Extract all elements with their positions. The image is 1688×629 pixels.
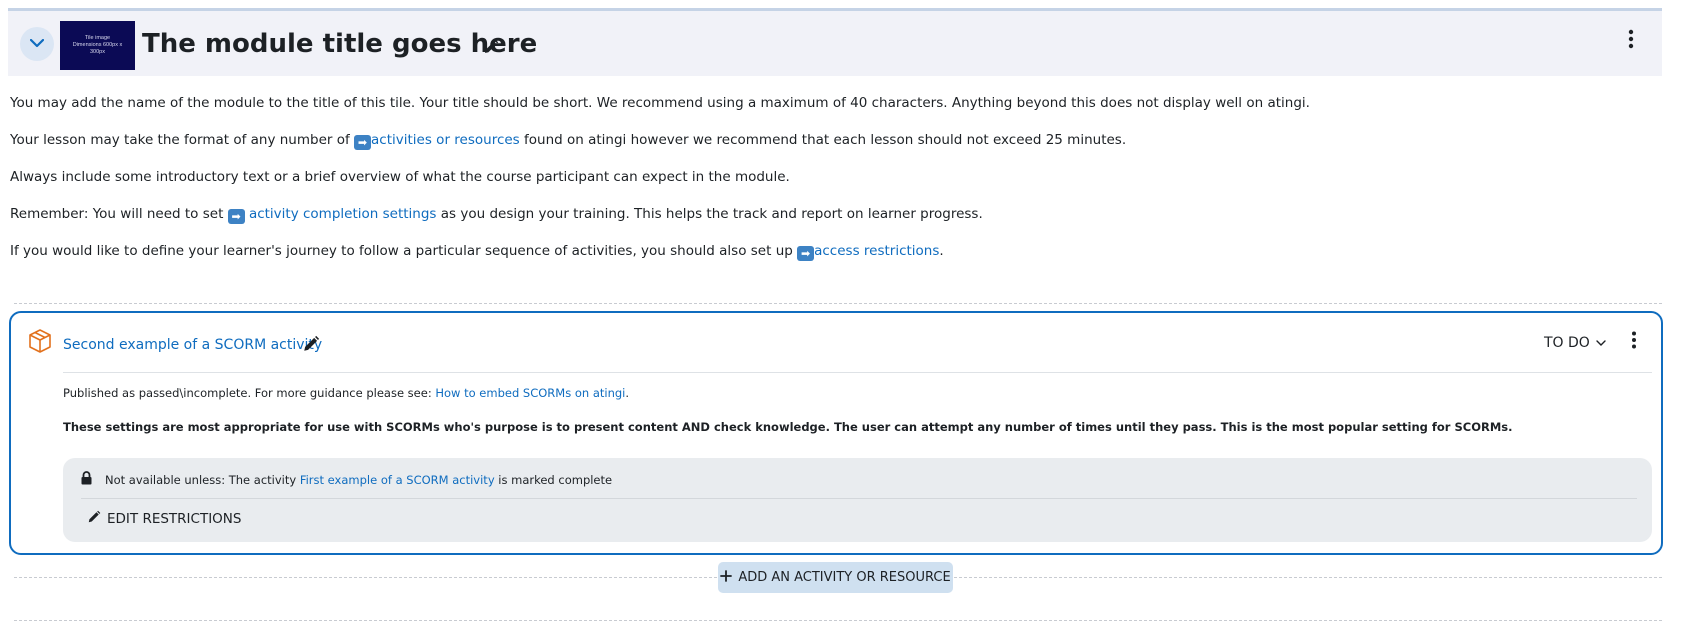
arrow-right-icon: ➡ xyxy=(354,135,372,150)
lock-icon xyxy=(81,471,92,490)
completion-settings-link[interactable]: activity completion settings xyxy=(245,206,437,222)
activity-card: Second example of a SCORM activity TO DO… xyxy=(9,311,1663,555)
module-header: Tile image Dimensions 600px x 300px The … xyxy=(8,8,1662,76)
module-summary: You may add the name of the module to th… xyxy=(10,94,1650,279)
pencil-icon xyxy=(87,510,101,528)
intro-paragraph: Always include some introductory text or… xyxy=(10,169,790,185)
intro-paragraph: If you would like to define your learner… xyxy=(10,243,944,261)
activity-name-link[interactable]: Second example of a SCORM activity xyxy=(63,337,322,353)
intro-paragraph: Your lesson may take the format of any n… xyxy=(10,132,1127,150)
activities-resources-link[interactable]: activities or resources xyxy=(371,132,520,148)
pencil-icon[interactable] xyxy=(483,39,499,60)
restriction-box: Not available unless: The activity First… xyxy=(63,458,1652,542)
collapse-button[interactable] xyxy=(20,27,54,61)
completion-status-label: TO DO xyxy=(1544,335,1590,351)
scorm-guidance-link[interactable]: How to embed SCORMs on atingi xyxy=(435,386,625,400)
prerequisite-activity-link[interactable]: First example of a SCORM activity xyxy=(300,473,495,487)
add-activity-label: ADD AN ACTIVITY OR RESOURCE xyxy=(738,570,951,585)
access-restrictions-link[interactable]: access restrictions xyxy=(814,243,939,259)
section-divider xyxy=(14,303,1662,304)
kebab-menu-icon[interactable] xyxy=(1631,331,1637,354)
card-divider xyxy=(63,372,1652,373)
add-activity-button[interactable]: ADD AN ACTIVITY OR RESOURCE xyxy=(718,562,953,593)
arrow-right-icon: ➡ xyxy=(227,209,245,224)
restriction-text: Not available unless: The activity First… xyxy=(105,473,613,487)
chevron-down-icon xyxy=(29,35,45,53)
section-divider xyxy=(14,620,1662,621)
arrow-right-icon: ➡ xyxy=(797,246,815,261)
edit-restrictions-button[interactable]: EDIT RESTRICTIONS xyxy=(87,510,241,528)
kebab-menu-icon[interactable] xyxy=(1628,29,1634,54)
chevron-down-icon xyxy=(1596,335,1606,351)
activity-description-bold: These settings are most appropriate for … xyxy=(63,420,1513,434)
pencil-icon[interactable] xyxy=(302,335,320,358)
restriction-divider xyxy=(81,498,1637,499)
intro-paragraph: You may add the name of the module to th… xyxy=(10,95,1310,111)
scorm-package-icon xyxy=(27,328,53,359)
edit-restrictions-label: EDIT RESTRICTIONS xyxy=(107,511,242,527)
thumbnail-text: Tile image Dimensions 600px x 300px xyxy=(72,35,123,55)
completion-status-dropdown[interactable]: TO DO xyxy=(1544,335,1606,351)
intro-paragraph: Remember: You will need to set ➡ activit… xyxy=(10,206,983,224)
module-thumbnail: Tile image Dimensions 600px x 300px xyxy=(60,21,135,70)
module-title: The module title goes here xyxy=(142,29,538,59)
activity-description: Published as passed\incomplete. For more… xyxy=(63,386,630,400)
plus-icon xyxy=(720,569,733,586)
